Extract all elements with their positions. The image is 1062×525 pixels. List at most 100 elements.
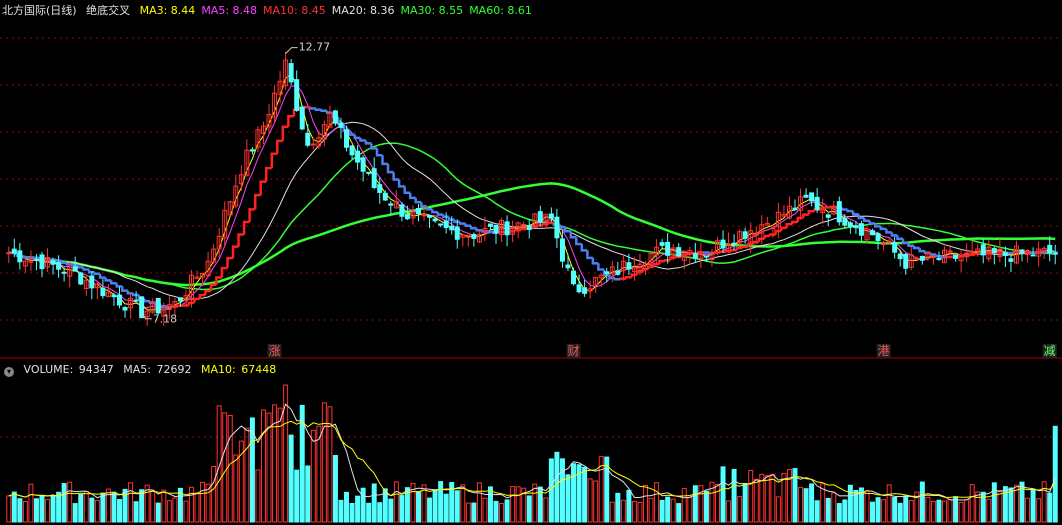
volume-bar <box>6 495 12 523</box>
volume-bar <box>155 502 161 523</box>
volume-bar <box>117 499 122 523</box>
step-segment <box>918 248 926 253</box>
volume-ma5-line <box>8 403 1056 501</box>
volume-bar <box>620 499 626 523</box>
candle-body <box>117 294 122 306</box>
volume-bar <box>377 502 383 523</box>
step-segment <box>730 248 737 252</box>
step-segment <box>575 237 582 246</box>
candle-body <box>89 275 95 289</box>
volume-bar <box>714 484 720 523</box>
volume-bar <box>582 466 588 523</box>
step-segment <box>375 148 383 157</box>
volume-bar <box>631 500 637 523</box>
volume-bar <box>133 501 139 523</box>
step-segment <box>486 230 494 234</box>
volume-bar <box>615 492 621 523</box>
kline-chart[interactable]: 12.77 7.18 涨 财 港 减 <box>0 0 1062 525</box>
step-segment <box>647 265 654 270</box>
volume-bar <box>825 497 831 523</box>
candle-body <box>892 241 898 253</box>
candle-body <box>953 254 959 259</box>
volume-bar <box>355 495 361 523</box>
candle-body <box>332 110 338 124</box>
candle-body <box>305 132 311 146</box>
volume-bar <box>139 489 145 523</box>
candle-body <box>947 250 953 253</box>
volume-bar <box>338 499 344 523</box>
step-segment <box>879 226 887 231</box>
volume-bar <box>1002 486 1008 523</box>
step-segment <box>912 245 920 250</box>
step-segment <box>204 289 211 296</box>
volume-bar <box>255 469 261 523</box>
volume-bar <box>100 492 106 523</box>
candle-body <box>288 63 294 83</box>
step-segment <box>237 233 245 247</box>
candle-body <box>111 294 117 298</box>
volume-bar <box>936 499 942 523</box>
volume-bar <box>593 480 599 523</box>
volume-bar <box>288 434 294 523</box>
step-segment <box>109 280 117 285</box>
candle-body <box>991 248 997 254</box>
candle-body <box>554 216 560 239</box>
candle-body <box>388 203 394 206</box>
volume-bar <box>454 490 460 523</box>
volume-bar <box>443 493 449 523</box>
candle-body <box>416 208 421 215</box>
step-segment <box>281 125 289 141</box>
volume-bar <box>366 502 372 523</box>
candle-body <box>703 255 709 258</box>
step-segment <box>658 260 665 265</box>
candle-body <box>122 306 128 311</box>
step-segment <box>807 210 815 215</box>
candle-body <box>742 231 748 239</box>
candle-body <box>548 213 554 219</box>
volume-bar <box>78 493 84 523</box>
low-price-label: 7.18 <box>153 313 178 326</box>
volume-bar <box>1030 488 1036 523</box>
step-segment <box>392 172 400 181</box>
volume-bar <box>17 498 23 523</box>
candle-body <box>853 225 859 229</box>
volume-bar <box>814 500 820 523</box>
volume-bar <box>388 498 394 523</box>
candle-body <box>61 271 67 274</box>
candle-body <box>803 194 809 198</box>
ma3-line <box>8 73 1056 311</box>
volume-bar <box>305 465 311 523</box>
volume-bar <box>571 463 577 523</box>
candle-body <box>39 254 45 270</box>
candle-body <box>604 271 610 274</box>
volume-bar <box>33 498 39 523</box>
volume-ma10-line <box>8 420 1056 499</box>
candle-body <box>875 233 881 241</box>
volume-bar <box>476 482 482 523</box>
candle-body <box>78 272 84 285</box>
event-marker-48: 涨 <box>269 343 281 358</box>
candle-body <box>371 168 377 189</box>
candle-body <box>836 201 842 223</box>
candle-body <box>847 222 853 227</box>
candle-body <box>344 129 350 148</box>
candle-body <box>914 257 920 260</box>
volume-bar <box>969 484 975 523</box>
volume-bar <box>770 473 776 523</box>
step-segment <box>353 134 361 140</box>
candle-body <box>526 225 532 231</box>
candle-body <box>294 79 300 111</box>
volume-bar <box>150 489 156 523</box>
candle-body <box>919 255 925 261</box>
volume-bar <box>964 499 970 523</box>
volume-bar <box>692 485 698 523</box>
candle-body <box>56 262 62 270</box>
step-segment <box>242 220 250 235</box>
candle-body <box>366 171 372 174</box>
volume-bar <box>986 498 992 523</box>
candle-body <box>487 223 493 227</box>
volume-bar <box>676 503 682 523</box>
candle-body <box>155 297 161 314</box>
volume-bar <box>427 497 433 523</box>
volume-bar <box>748 469 754 523</box>
